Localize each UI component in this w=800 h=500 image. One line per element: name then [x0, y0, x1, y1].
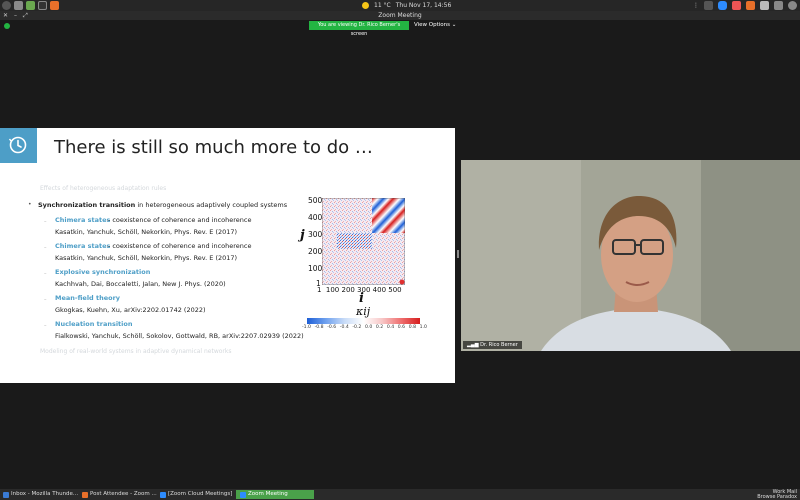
zoom-icon [240, 491, 246, 498]
tray-app-icon-3[interactable] [760, 1, 769, 10]
panel-resize-handle[interactable] [457, 250, 459, 258]
app-icon[interactable] [50, 1, 59, 10]
tray-app-icon[interactable] [732, 1, 741, 10]
volume-icon[interactable] [774, 1, 783, 10]
sync-rest-text: in heterogeneous adaptively coupled syst… [135, 201, 288, 209]
taskbar-item-post-attendee[interactable]: Post Attendee - Zoom ... [82, 490, 157, 499]
slide-logo [0, 128, 37, 163]
colorbar [307, 318, 420, 324]
item-desc: – coexistence of coherence and incoheren… [107, 242, 252, 250]
colorbar-tick: -0.4 [339, 325, 349, 330]
taskbar-item-thunderbird[interactable]: Inbox - Mozilla Thunde... [3, 490, 78, 499]
taskbar-item-label: [Zoom Cloud Meetings] [168, 491, 233, 497]
colorbar-tick: 0.4 [386, 325, 395, 330]
taskbar-item-label: Post Attendee - Zoom ... [90, 491, 157, 497]
item-title: Mean-field theory [55, 294, 121, 302]
clock-icon [8, 136, 27, 154]
clock-area[interactable]: 11 °C Thu Nov 17, 14:56 [362, 2, 451, 9]
system-top-bar: 11 °C Thu Nov 17, 14:56 ⋮ [0, 0, 800, 11]
menu-dots-icon[interactable]: ⋮ [693, 2, 699, 9]
speaker-name-tag: ▂▄▆ Dr. Rico Berner [463, 341, 522, 349]
sync-transition-line: Synchronization transition in heterogene… [38, 201, 287, 209]
home-icon[interactable] [14, 1, 23, 10]
folder-icon[interactable] [26, 1, 35, 10]
y-axis-label: j [300, 228, 305, 243]
tray-app-icon-2[interactable] [746, 1, 755, 10]
power-icon[interactable] [788, 1, 797, 10]
zoom-window-title: Zoom Meeting [0, 11, 800, 20]
speaker-video[interactable] [461, 160, 800, 351]
firefox-icon [82, 491, 88, 498]
colorbar-tick: 1.0 [419, 325, 427, 330]
viewing-screen-badge: You are viewing Dr. Rico Berner's screen [309, 21, 409, 37]
dash-icon: – [44, 323, 47, 329]
item-ref: Kasatkin, Yanchuk, Schöll, Nekorkin, Phy… [55, 254, 238, 262]
minimize-window-icon[interactable]: – [14, 11, 17, 20]
tray-icon[interactable] [704, 1, 713, 10]
item-ref: Gkogkas, Kuehn, Xu, arXiv:2202.01742 (20… [55, 306, 206, 314]
speaker-portrait [461, 160, 800, 351]
item-ref: Fialkowski, Yanchuk, Schöll, Sokolov, Go… [55, 332, 304, 340]
colorbar-tick: -0.2 [352, 325, 362, 330]
x-axis-label: i [359, 291, 364, 306]
window-controls: ✕ – ⤢ [3, 11, 28, 20]
zoom-tray-icon[interactable] [718, 1, 727, 10]
speaker-name: Dr. Rico Berner [480, 342, 518, 348]
faded-topic-top: Effects of heterogeneous adaptation rule… [40, 185, 167, 192]
colorbar-ticks: -1.0 -0.8 -0.6 -0.4 -0.2 0.0 0.2 0.4 0.6… [302, 325, 427, 330]
ubuntu-menu-icon[interactable] [2, 1, 11, 10]
colorbar-tick: 0.2 [375, 325, 384, 330]
colorbar-tick: -0.8 [314, 325, 324, 330]
dash-icon: – [44, 245, 47, 251]
taskbar: Inbox - Mozilla Thunde... Post Attendee … [0, 489, 800, 500]
weather-text: 11 °C [374, 2, 391, 9]
colorbar-tick: 0.6 [397, 325, 406, 330]
slide-title: There is still so much more to do … [54, 137, 373, 158]
chevron-down-icon: ⌄ [451, 22, 457, 28]
faded-topic-bottom: Modeling of real-world systems in adapti… [40, 348, 232, 355]
taskbar-item-label: Inbox - Mozilla Thunde... [11, 491, 79, 497]
close-window-icon[interactable]: ✕ [3, 11, 8, 20]
sync-bold-text: Synchronization transition [38, 201, 136, 209]
item-title: Chimera states [55, 242, 111, 250]
colorbar-tick: -1.0 [302, 325, 311, 330]
item-ref: Kasatkin, Yanchuk, Schöll, Nekorkin, Phy… [55, 228, 238, 236]
workspace-row-2: Browse Paradox [757, 493, 797, 500]
dash-icon: – [44, 297, 47, 303]
datetime-text: Thu Nov 17, 14:56 [395, 2, 452, 9]
zoom-icon [160, 491, 166, 498]
terminal-icon[interactable] [38, 1, 47, 10]
colorbar-tick: -0.6 [327, 325, 337, 330]
colorbar-label: κij [356, 305, 371, 318]
coupling-heatmap [322, 198, 405, 285]
dash-icon: – [44, 219, 47, 225]
view-options-label: View Options [414, 22, 451, 28]
item-title: Nucleation transition [55, 320, 133, 328]
maximize-window-icon[interactable]: ⤢ [23, 11, 28, 20]
desktop: 11 °C Thu Nov 17, 14:56 ⋮ Zoom Meeting ✕… [0, 0, 800, 500]
colorbar-tick: 0.0 [364, 325, 373, 330]
taskbar-item-label: Zoom Meeting [248, 491, 288, 497]
y-tick-label: 300 [308, 230, 323, 239]
workspace-switcher[interactable]: Work Mail Browse Paradox [757, 490, 797, 499]
item-desc: – coexistence of coherence and incoheren… [107, 216, 252, 224]
bullet-icon: • [28, 201, 32, 208]
y-tick-label: 100 [308, 264, 323, 273]
item-title: Chimera states [55, 216, 111, 224]
colorbar-tick: 0.8 [408, 325, 417, 330]
y-tick-label: 500 [308, 196, 323, 205]
item-ref: Kachhvah, Dai, Boccaletti, Jalan, New J.… [55, 280, 226, 288]
item-title: Explosive synchronization [55, 268, 151, 276]
dash-icon: – [44, 271, 47, 277]
security-shield-icon[interactable] [4, 23, 10, 29]
view-options-button[interactable]: View Options ⌄ [411, 21, 459, 30]
taskbar-item-zoom-cloud[interactable]: [Zoom Cloud Meetings] [160, 490, 232, 499]
taskbar-item-zoom-meeting[interactable]: Zoom Meeting [236, 490, 314, 499]
thunderbird-icon [3, 491, 9, 498]
signal-icon: ▂▄▆ [467, 342, 481, 348]
y-tick-label: 400 [308, 213, 323, 222]
y-tick-label: 200 [308, 247, 323, 256]
weather-icon [362, 2, 369, 9]
